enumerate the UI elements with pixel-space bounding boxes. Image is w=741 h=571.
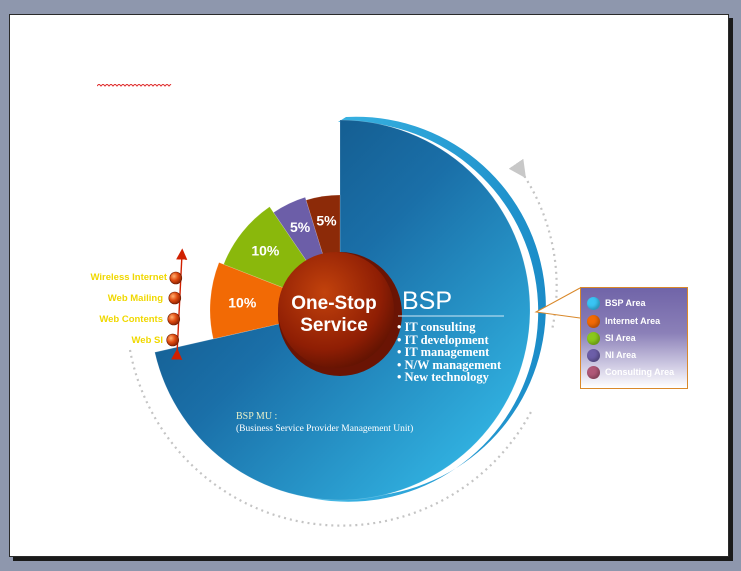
- legend-swatch: [587, 314, 600, 328]
- center-title-line1: One-Stop: [291, 293, 377, 314]
- web-item-label: Web SI: [131, 335, 164, 346]
- legend-item: NI Area: [587, 347, 636, 363]
- legend-item: Internet Area: [587, 313, 660, 329]
- web-item-label: Wireless Internet: [90, 272, 167, 283]
- legend-box: BSP Area Internet Area SI Area NI Area C…: [580, 287, 688, 389]
- bsp-item: • IT management: [397, 345, 490, 359]
- slice-data-label: 5%: [290, 219, 311, 235]
- legend-label: BSP Area: [605, 298, 646, 308]
- slice-data-label: 10%: [251, 242, 280, 258]
- bsp-item-list: • IT consulting • IT development • IT ma…: [397, 321, 501, 384]
- slice-data-label: 5%: [316, 213, 337, 229]
- legend-swatch: [587, 296, 600, 310]
- legend-item: Consulting Area: [587, 364, 674, 380]
- center-title-line2: Service: [300, 315, 368, 336]
- bsp-item: • IT consulting: [397, 320, 476, 334]
- bsp-title: BSP: [402, 287, 453, 315]
- spellcheck-squiggle: [97, 84, 172, 87]
- web-item-label: Web Mailing: [107, 293, 163, 304]
- legend-swatch: [587, 331, 600, 345]
- web-item-bead-icon: [166, 333, 179, 347]
- web-item-label: Web Contents: [99, 314, 163, 325]
- bsp-mu-description: (Business Service Provider Management Un…: [236, 424, 414, 434]
- slice-data-label: 10%: [228, 295, 257, 311]
- legend-item: SI Area: [587, 330, 636, 346]
- legend-label: NI Area: [605, 350, 637, 360]
- bsp-mu-label: BSP MU :: [236, 411, 278, 422]
- legend-label: Consulting Area: [605, 367, 675, 377]
- center-title: One-Stop Service: [276, 293, 392, 337]
- legend-label: Internet Area: [605, 316, 661, 326]
- bsp-item: • New technology: [397, 370, 489, 384]
- web-item-bead-icon: [168, 291, 182, 305]
- legend-swatch: [587, 365, 600, 379]
- legend-label: SI Area: [605, 333, 636, 343]
- legend-swatch: [587, 348, 600, 362]
- web-item-bead-icon: [169, 271, 183, 285]
- legend-item: BSP Area: [587, 295, 646, 311]
- web-item-bead-icon: [167, 312, 181, 326]
